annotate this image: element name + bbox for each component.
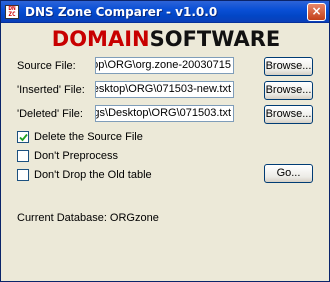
dont-drop-table-checkbox[interactable] [17, 169, 29, 181]
inserted-file-value: C:\Documents and Settings\Desktop\ORG\07… [96, 83, 231, 95]
app-icon[interactable]: DN ZC [5, 5, 19, 19]
deleted-file-label: 'Deleted' File: [17, 108, 83, 120]
logo-part-software: SOFTWARE [149, 27, 281, 51]
inserted-file-input[interactable]: C:\Documents and Settings\Desktop\ORG\07… [95, 81, 234, 98]
source-file-label: Source File: [17, 60, 76, 72]
deleted-browse-button[interactable]: Browse... [264, 105, 313, 124]
current-database-label: Current Database: ORGzone [17, 212, 159, 224]
dont-drop-table-label: Don't Drop the Old table [34, 169, 152, 181]
checkmark-icon [19, 133, 28, 142]
deleted-file-value: C:\Documents and Settings\Desktop\ORG\07… [96, 107, 231, 119]
deleted-file-input[interactable]: C:\Documents and Settings\Desktop\ORG\07… [95, 105, 234, 122]
close-button[interactable]: × [307, 3, 326, 21]
title-bar[interactable]: DN ZC DNS Zone Comparer - v1.0.0 × [1, 1, 329, 23]
source-browse-button[interactable]: Browse... [264, 57, 313, 76]
dont-preprocess-label: Don't Preprocess [34, 150, 119, 162]
window-title: DNS Zone Comparer - v1.0.0 [25, 5, 218, 19]
dont-preprocess-checkbox[interactable] [17, 150, 29, 162]
delete-source-label: Delete the Source File [34, 131, 143, 143]
source-file-input[interactable]: C:\Documents and Settings\Desktop\ORG\or… [95, 57, 234, 74]
go-button[interactable]: Go... [264, 164, 313, 183]
domain-software-logo: DOMAINSOFTWARE [1, 27, 330, 51]
logo-part-domain: DOMAIN [51, 27, 150, 51]
inserted-file-label: 'Inserted' File: [17, 84, 85, 96]
delete-source-checkbox[interactable] [17, 131, 29, 143]
inserted-browse-button[interactable]: Browse... [264, 81, 313, 100]
app-window: DN ZC DNS Zone Comparer - v1.0.0 × DOMAIN… [0, 0, 330, 282]
source-file-value: C:\Documents and Settings\Desktop\ORG\or… [95, 59, 231, 71]
